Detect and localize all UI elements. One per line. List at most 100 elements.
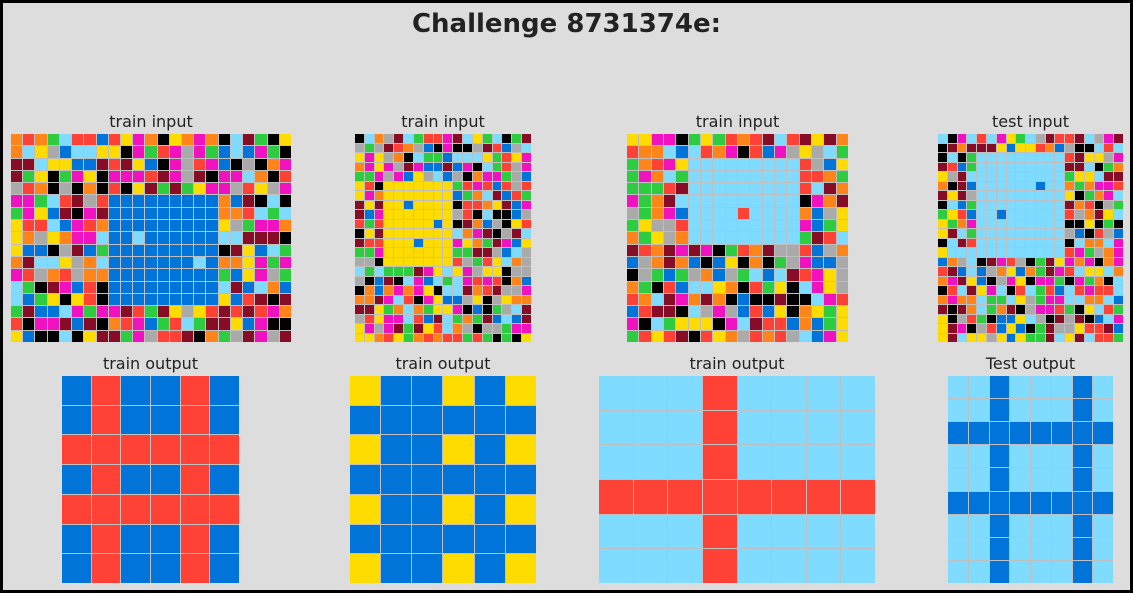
- grid-cell: [404, 143, 413, 152]
- grid-cell: [210, 465, 239, 494]
- grid-cell: [750, 207, 762, 220]
- grid-cell: [639, 244, 651, 256]
- grid-cell: [96, 244, 108, 256]
- grid-cell: [443, 257, 453, 266]
- grid-cell: [364, 324, 374, 333]
- train-output-2-grid: [350, 376, 536, 583]
- grid-cell: [1016, 267, 1026, 276]
- grid-cell: [1035, 314, 1045, 323]
- grid-cell: [404, 257, 413, 266]
- grid-cell: [1065, 172, 1075, 181]
- grid-cell: [989, 537, 1010, 560]
- grid-cell: [433, 219, 443, 228]
- grid-cell: [355, 200, 364, 209]
- grid-cell: [512, 324, 522, 333]
- grid-cell: [737, 281, 750, 293]
- grid-cell: [599, 514, 633, 549]
- grid-cell: [157, 256, 169, 269]
- grid-cell: [1093, 399, 1113, 422]
- grid-cell: [413, 305, 423, 314]
- grid-cell: [404, 248, 413, 257]
- grid-cell: [384, 153, 394, 162]
- grid-cell: [463, 219, 472, 228]
- grid-cell: [700, 281, 713, 293]
- grid-cell: [96, 330, 108, 342]
- grid-cell: [824, 195, 836, 207]
- grid-cell: [482, 162, 492, 171]
- grid-cell: [206, 256, 218, 269]
- grid-cell: [762, 183, 774, 195]
- grid-cell: [279, 232, 291, 244]
- grid-cell: [1104, 229, 1114, 238]
- grid-cell: [713, 220, 725, 232]
- grid-cell: [947, 162, 957, 171]
- grid-cell: [502, 267, 512, 276]
- grid-cell: [1026, 210, 1035, 219]
- grid-cell: [986, 229, 996, 238]
- grid-cell: [713, 318, 725, 330]
- grid-cell: [120, 146, 133, 158]
- grid-cell: [1065, 153, 1075, 162]
- grid-cell: [374, 191, 384, 200]
- grid-cell: [133, 146, 145, 158]
- grid-cell: [492, 314, 502, 323]
- grid-cell: [1035, 286, 1045, 295]
- grid-cell: [108, 207, 120, 220]
- grid-cell: [133, 330, 145, 342]
- grid-cell: [47, 146, 59, 158]
- grid-cell: [108, 256, 120, 269]
- grid-cell: [374, 219, 384, 228]
- grid-cell: [108, 220, 120, 232]
- grid-cell: [255, 220, 267, 232]
- grid-cell: [522, 286, 531, 295]
- grid-cell: [1104, 172, 1114, 181]
- grid-cell: [663, 170, 676, 183]
- grid-cell: [663, 256, 676, 269]
- grid-cell: [384, 314, 394, 323]
- grid-cell: [194, 220, 206, 232]
- grid-cell: [374, 267, 384, 276]
- grid-cell: [1084, 248, 1094, 257]
- train-input-1-grid: [11, 134, 291, 342]
- grid-cell: [62, 435, 91, 465]
- grid-cell: [841, 445, 875, 479]
- grid-cell: [1006, 200, 1016, 209]
- grid-cell: [639, 146, 651, 158]
- grid-cell: [1016, 181, 1026, 190]
- grid-cell: [182, 306, 194, 318]
- grid-cell: [1016, 153, 1026, 162]
- grid-cell: [413, 314, 423, 323]
- grid-cell: [364, 162, 374, 171]
- grid-cell: [121, 405, 150, 435]
- grid-cell: [676, 256, 688, 269]
- grid-cell: [1114, 238, 1123, 247]
- grid-cell: [443, 305, 453, 314]
- grid-cell: [150, 554, 180, 583]
- grid-cell: [737, 158, 750, 170]
- grid-cell: [1065, 162, 1075, 171]
- grid-cell: [1035, 153, 1045, 162]
- grid-cell: [938, 238, 947, 247]
- grid-cell: [639, 256, 651, 269]
- grid-cell: [194, 269, 206, 281]
- grid-cell: [947, 219, 957, 228]
- grid-cell: [938, 229, 947, 238]
- grid-cell: [243, 220, 255, 232]
- grid-cell: [374, 181, 384, 190]
- grid-cell: [413, 210, 423, 219]
- grid-cell: [1051, 514, 1072, 537]
- grid-cell: [472, 134, 482, 143]
- grid-cell: [651, 183, 663, 195]
- grid-cell: [996, 295, 1006, 304]
- test-input-grid: [938, 134, 1123, 342]
- grid-cell: [443, 181, 453, 190]
- grid-cell: [96, 256, 108, 269]
- grid-cell: [47, 134, 59, 146]
- grid-cell: [1055, 286, 1065, 295]
- grid-cell: [663, 232, 676, 244]
- grid-cell: [482, 295, 492, 304]
- grid-cell: [394, 200, 404, 209]
- grid-cell: [381, 494, 412, 524]
- grid-cell: [986, 248, 996, 257]
- grid-cell: [512, 200, 522, 209]
